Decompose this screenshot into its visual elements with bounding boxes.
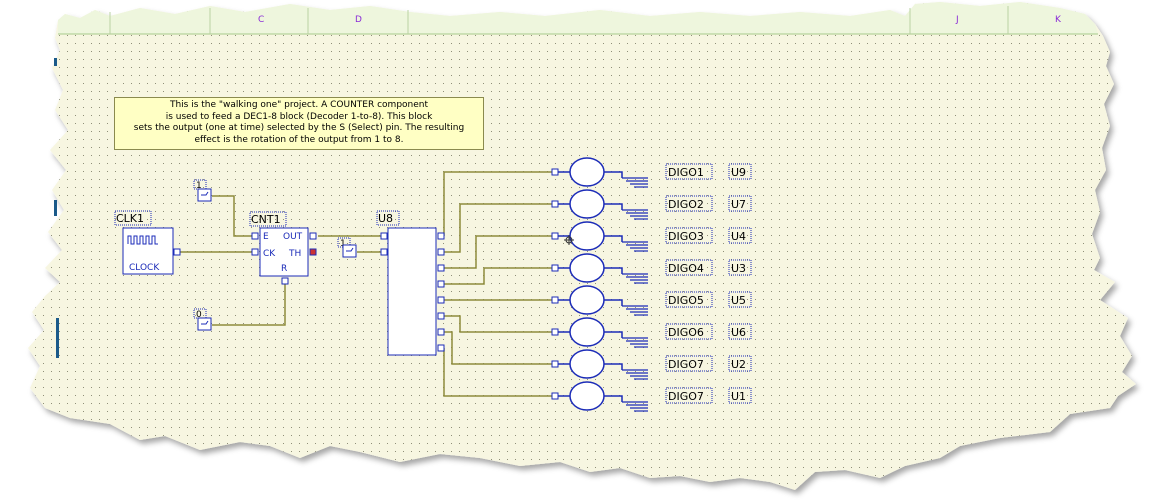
counter-pin-th: TH: [288, 249, 301, 259]
counter-pin-out: OUT: [283, 232, 303, 242]
edge-mark: [56, 318, 59, 358]
led-icon[interactable]: [569, 349, 605, 379]
counter-pin-e: E: [263, 232, 269, 242]
decoder-input-pin: [380, 232, 388, 240]
decoder-output-pin: [437, 312, 445, 320]
led-icon[interactable]: [569, 317, 605, 347]
led-pin: [551, 168, 559, 176]
net-label: DIGO6: [668, 326, 704, 339]
clock-ref: CLK1: [116, 212, 144, 225]
decoder-output-pin: [437, 344, 445, 352]
counter-pin-ck: CK: [263, 249, 276, 259]
clock-label: CLOCK: [129, 263, 160, 273]
ref-label: U9: [731, 166, 746, 179]
ref-label: U1: [731, 390, 746, 403]
led-pin: [551, 392, 559, 400]
led-icon[interactable]: [569, 381, 605, 411]
note-line: This is the "walking one" project. A COU…: [169, 100, 429, 110]
led-pin: [551, 264, 559, 272]
led-icon[interactable]: [569, 157, 605, 187]
decoder-output-pin: [437, 264, 445, 272]
decoder-ref: U8: [378, 212, 393, 225]
led-pin: [551, 232, 559, 240]
ruler-column-j: J: [955, 15, 959, 25]
ruler-column-d: D: [355, 15, 362, 25]
net-label: DIGO4: [668, 262, 704, 275]
ref-label: U7: [731, 198, 746, 211]
decoder-output-pin: [437, 248, 445, 256]
decoder-output-pin: [437, 280, 445, 288]
ref-label: U3: [731, 262, 746, 275]
edge-mark: [54, 200, 57, 216]
led-icon[interactable]: [569, 189, 605, 219]
net-label: DIGO2: [668, 198, 704, 211]
project-note[interactable]: This is the "walking one" project. A COU…: [114, 97, 484, 150]
column-ruler: C D J K: [58, 2, 1098, 35]
note-line: is used to feed a DEC1-8 block (Decoder …: [165, 111, 433, 122]
note-line: effect is the rotation of the output fro…: [194, 134, 404, 145]
net-label: DIGO1: [668, 166, 704, 179]
ref-label: U2: [731, 358, 746, 371]
ref-label: U6: [731, 326, 746, 339]
schematic-canvas[interactable]: C D J K 1 0 1 CLK1 CLOCK CNT1 E CK R OUT…: [0, 0, 1156, 501]
edge-mark: [54, 58, 57, 66]
net-label: DIGO7: [668, 390, 704, 403]
net-label: DIGO5: [668, 294, 704, 307]
led-pin: [551, 360, 559, 368]
led-pin: [551, 328, 559, 336]
counter-pin-r: R: [281, 264, 287, 274]
decoder-output-pin: [437, 328, 445, 336]
note-line: sets the output (one at time) selected b…: [133, 123, 465, 133]
led-icon[interactable]: [569, 221, 605, 251]
net-label: DIGO3: [668, 230, 704, 243]
decoder-output-pin: [437, 232, 445, 240]
led-pin: [551, 200, 559, 208]
led-pin: [551, 296, 559, 304]
ruler-column-c: C: [258, 15, 264, 25]
led-icon[interactable]: [569, 253, 605, 283]
led-icon[interactable]: [569, 285, 605, 315]
ref-label: U5: [731, 294, 746, 307]
net-label: DIGO7: [668, 358, 704, 371]
ref-label: U4: [731, 230, 746, 243]
counter-ref: CNT1: [251, 213, 281, 226]
decoder-input-pin: [380, 248, 388, 256]
decoder-output-pin: [437, 296, 445, 304]
